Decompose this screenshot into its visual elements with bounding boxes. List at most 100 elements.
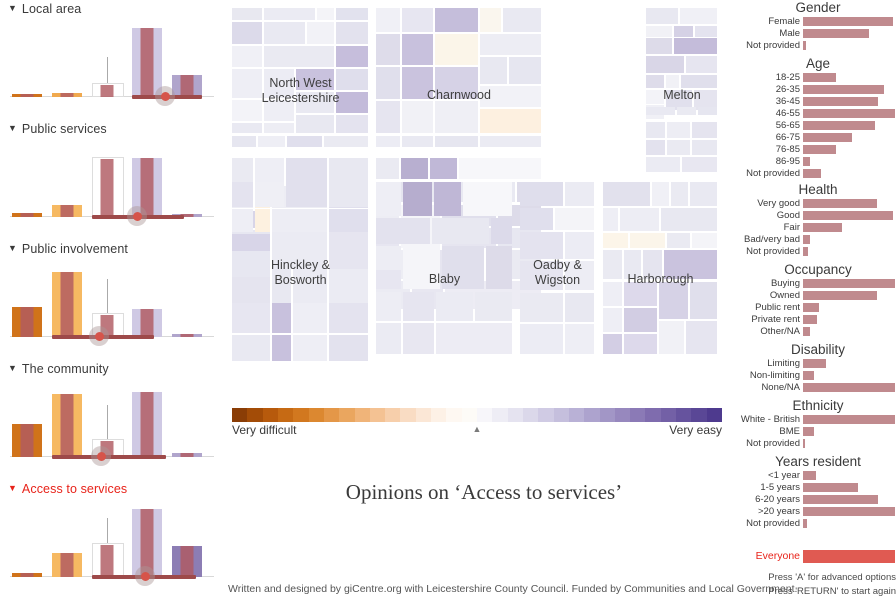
treemap-cell[interactable] — [620, 208, 659, 232]
treemap-district-hinck[interactable] — [232, 182, 369, 362]
filter-row[interactable]: 36-45 — [740, 96, 896, 107]
filter-row[interactable]: Very good — [740, 198, 896, 209]
treemap-cell[interactable] — [463, 182, 512, 216]
treemap-cell[interactable] — [272, 209, 327, 233]
filter-row[interactable]: 6-20 years — [740, 494, 896, 505]
treemap-cell[interactable] — [435, 136, 478, 148]
treemap-cell[interactable] — [232, 334, 270, 361]
treemap-cell[interactable] — [435, 34, 478, 65]
treemap-cell[interactable] — [376, 101, 400, 134]
treemap-cell[interactable] — [436, 291, 473, 321]
treemap-cell[interactable] — [336, 22, 368, 44]
treemap-cell[interactable] — [520, 182, 563, 206]
filter-row[interactable]: 46-55 — [740, 108, 896, 119]
treemap-cell[interactable] — [565, 232, 594, 260]
treemap-cell[interactable] — [376, 246, 401, 268]
treemap-cell[interactable] — [603, 208, 618, 232]
treemap-cell[interactable] — [630, 233, 665, 249]
treemap-cell[interactable] — [555, 208, 594, 231]
treemap-cell[interactable] — [646, 139, 665, 156]
treemap-cell[interactable] — [232, 279, 270, 304]
treemap-cell[interactable] — [686, 55, 717, 74]
treemap-cell[interactable] — [329, 305, 368, 333]
treemap-cell[interactable] — [677, 107, 696, 116]
treemap-cell[interactable] — [403, 246, 440, 290]
treemap-cell[interactable] — [264, 123, 294, 134]
filter-row[interactable]: <1 year — [740, 470, 896, 481]
treemap-cell[interactable] — [646, 38, 672, 54]
treemap-cell[interactable] — [667, 233, 690, 249]
treemap-cell[interactable] — [652, 182, 669, 206]
treemap-cell[interactable] — [336, 69, 368, 91]
filter-row[interactable]: 1-5 years — [740, 482, 896, 493]
treemap-cell[interactable] — [232, 253, 270, 278]
filter-row[interactable]: Private rent — [740, 314, 896, 325]
treemap-cell[interactable] — [661, 208, 717, 232]
treemap-cell[interactable] — [296, 115, 334, 134]
treemap-district-oadby[interactable] — [520, 182, 595, 355]
treemap-cell[interactable] — [666, 74, 679, 89]
treemap-cell[interactable] — [232, 305, 270, 333]
treemap-cell[interactable] — [336, 8, 368, 20]
filter-row[interactable]: 86-95 — [740, 156, 896, 167]
treemap-cell[interactable] — [264, 69, 294, 99]
filter-row[interactable]: 76-85 — [740, 144, 896, 155]
treemap-cell[interactable] — [565, 323, 594, 354]
treemap-cell[interactable] — [686, 320, 717, 354]
treemap-cell[interactable] — [264, 22, 305, 44]
treemap-cell[interactable] — [503, 8, 541, 32]
treemap-cell[interactable] — [692, 121, 717, 138]
treemap-cell[interactable] — [272, 334, 291, 361]
treemap-cell[interactable] — [286, 158, 327, 184]
treemap-cell[interactable] — [296, 92, 334, 114]
topic-the-community[interactable]: ▼ The community — [0, 360, 228, 467]
treemap-cell[interactable] — [603, 233, 628, 249]
treemap-cell[interactable] — [565, 261, 594, 291]
treemap-cell[interactable] — [376, 269, 401, 290]
filter-everyone[interactable]: Everyone — [740, 550, 896, 563]
treemap-cell[interactable] — [520, 323, 563, 354]
treemap-cell[interactable] — [682, 157, 717, 172]
treemap-cell[interactable] — [402, 67, 433, 100]
treemap-cell[interactable] — [336, 92, 368, 114]
treemap-cell[interactable] — [646, 90, 664, 104]
treemap-district-harb[interactable] — [603, 182, 718, 355]
treemap-cell[interactable] — [232, 69, 262, 99]
treemap-cell[interactable] — [680, 8, 717, 25]
filter-row[interactable]: None/NA — [740, 382, 896, 393]
treemap-cell[interactable] — [272, 234, 327, 270]
treemap-cell[interactable] — [232, 136, 256, 148]
treemap-cell[interactable] — [690, 281, 717, 319]
treemap-cell[interactable] — [698, 107, 717, 116]
topic-header[interactable]: ▼ Public involvement — [0, 240, 228, 258]
treemap-cell[interactable] — [659, 281, 688, 319]
treemap-cell[interactable] — [286, 182, 327, 207]
filter-row[interactable]: 66-75 — [740, 132, 896, 143]
treemap-cell[interactable] — [520, 232, 563, 260]
treemap-cell[interactable] — [232, 209, 253, 233]
treemap-cell[interactable] — [435, 8, 478, 32]
treemap-cell[interactable] — [646, 55, 684, 74]
treemap-cell[interactable] — [442, 246, 484, 290]
treemap-cell[interactable] — [293, 334, 327, 361]
treemap-cell[interactable] — [255, 209, 270, 233]
treemap-cell[interactable] — [603, 182, 650, 206]
treemap-cell[interactable] — [376, 136, 400, 148]
treemap-cell[interactable] — [667, 139, 690, 156]
treemap-cell[interactable] — [296, 69, 334, 91]
treemap-cell[interactable] — [681, 74, 717, 89]
treemap-cell[interactable] — [435, 101, 478, 134]
treemap-cell[interactable] — [480, 136, 541, 148]
treemap-cell[interactable] — [646, 25, 672, 37]
treemap-cell[interactable] — [480, 86, 541, 108]
treemap-cell[interactable] — [264, 100, 294, 122]
filter-row[interactable]: Buying — [740, 278, 896, 289]
treemap-cell[interactable] — [402, 34, 433, 65]
treemap-cell[interactable] — [232, 234, 270, 252]
treemap-cell[interactable] — [624, 333, 657, 354]
treemap-cell[interactable] — [329, 158, 368, 184]
treemap-cell[interactable] — [695, 25, 717, 37]
treemap-cell[interactable] — [232, 46, 262, 67]
treemap-cell[interactable] — [376, 218, 430, 245]
filter-row[interactable]: 18-25 — [740, 72, 896, 83]
